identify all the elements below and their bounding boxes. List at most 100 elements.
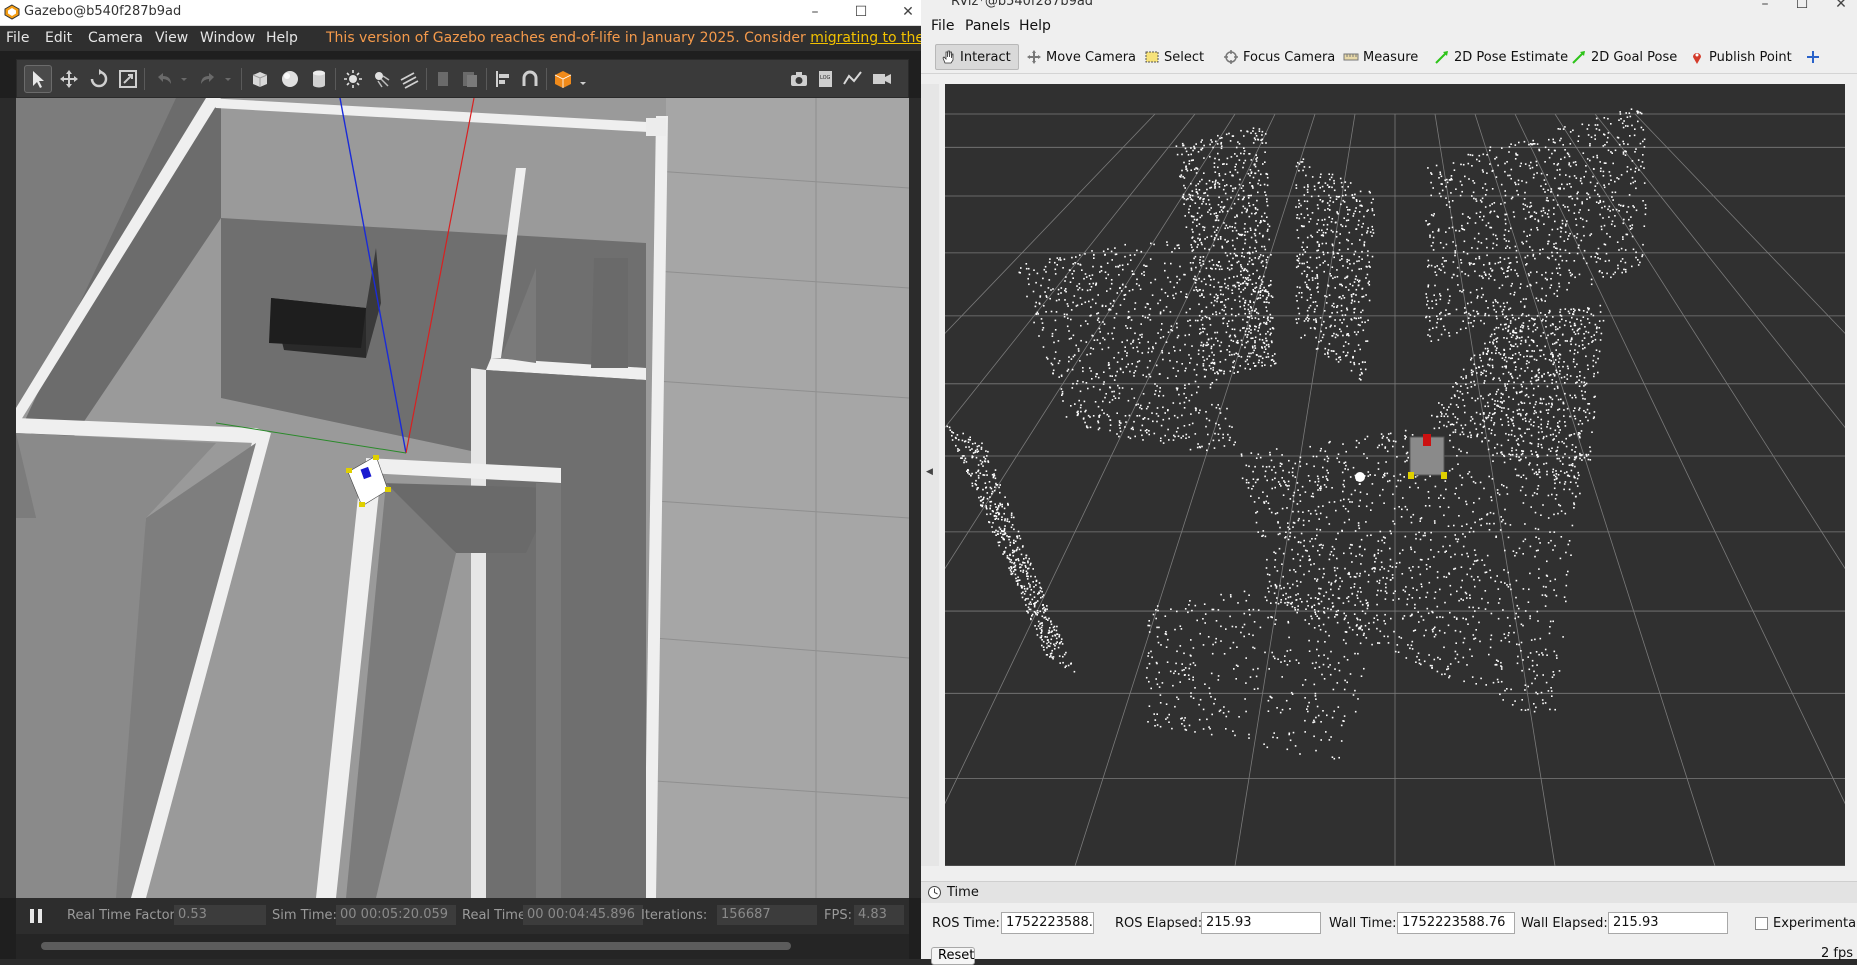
rviz-scene-render bbox=[945, 84, 1845, 866]
clock-icon bbox=[927, 885, 942, 900]
select-rect-icon bbox=[1144, 49, 1160, 65]
rotate-icon[interactable] bbox=[85, 65, 113, 93]
copy-icon[interactable] bbox=[429, 65, 457, 93]
align-icon[interactable] bbox=[489, 65, 517, 93]
time-panel: ROS Time: 1752223588.60 ROS Elapsed: 215… bbox=[921, 903, 1857, 943]
menu-edit[interactable]: Edit bbox=[45, 30, 72, 46]
spot-light-icon[interactable] bbox=[367, 65, 395, 93]
box-icon[interactable] bbox=[246, 65, 274, 93]
tool-2d-pose-estimate-label: 2D Pose Estimate bbox=[1454, 50, 1568, 65]
gazebo-logo-icon bbox=[4, 4, 20, 20]
menu-camera[interactable]: Camera bbox=[88, 30, 143, 46]
horizontal-scrollbar[interactable] bbox=[16, 934, 909, 959]
eol-notice: This version of Gazebo reaches end-of-li… bbox=[326, 30, 1015, 46]
tool-select[interactable]: Select bbox=[1140, 44, 1208, 70]
svg-text:LOG: LOG bbox=[820, 75, 831, 81]
sim-time-value: 00 00:05:20.059 bbox=[336, 905, 456, 925]
reset-button[interactable]: Reset bbox=[931, 947, 975, 965]
tool-measure[interactable]: Measure bbox=[1339, 44, 1422, 70]
wall-time-label: Wall Time: bbox=[1329, 916, 1397, 931]
tool-publish-point[interactable]: Publish Point bbox=[1685, 44, 1796, 70]
real-time-label: Real Time: bbox=[462, 908, 530, 923]
plot-icon[interactable] bbox=[839, 65, 867, 93]
scale-icon[interactable] bbox=[114, 65, 142, 93]
gazebo-scene-render bbox=[16, 98, 909, 898]
tool-select-label: Select bbox=[1164, 50, 1204, 65]
move-camera-icon bbox=[1026, 49, 1042, 65]
tool-move-camera-label: Move Camera bbox=[1046, 50, 1136, 65]
time-panel-title: Time bbox=[947, 885, 979, 900]
undo-icon[interactable] bbox=[150, 65, 178, 93]
green-arrow-icon bbox=[1434, 49, 1450, 65]
view-angle-icon[interactable] bbox=[549, 65, 577, 93]
iterations-label: Iterations: bbox=[641, 908, 707, 923]
view-angle-dropdown-icon[interactable] bbox=[576, 65, 590, 93]
select-arrow-icon[interactable] bbox=[24, 65, 52, 93]
left-panel-handle[interactable] bbox=[0, 98, 16, 898]
sphere-icon[interactable] bbox=[276, 65, 304, 93]
rviz-window-title: RViz*@b540f287b9ad bbox=[951, 0, 1093, 9]
translate-icon[interactable] bbox=[55, 65, 83, 93]
real-time-factor-label: Real Time Factor: bbox=[67, 908, 179, 923]
menu-panels[interactable]: Panels bbox=[965, 18, 1010, 34]
tool-2d-goal-pose[interactable]: 2D Goal Pose bbox=[1567, 44, 1681, 70]
tool-focus-camera-label: Focus Camera bbox=[1243, 50, 1335, 65]
experimental-label: Experimental bbox=[1773, 916, 1857, 931]
close-icon[interactable]: ✕ bbox=[897, 2, 919, 22]
pause-icon[interactable] bbox=[26, 906, 46, 926]
ros-elapsed-label: ROS Elapsed: bbox=[1115, 916, 1202, 931]
gazebo-3d-viewport[interactable] bbox=[16, 98, 909, 898]
tool-focus-camera[interactable]: Focus Camera bbox=[1219, 44, 1339, 70]
scrollbar-thumb[interactable] bbox=[41, 942, 791, 950]
experimental-checkbox[interactable] bbox=[1755, 917, 1768, 930]
redo-dropdown-icon[interactable] bbox=[221, 65, 235, 93]
maximize-icon[interactable]: ☐ bbox=[1791, 0, 1813, 14]
gazebo-titlebar: Gazebo@b540f287b9ad – ☐ ✕ bbox=[0, 0, 921, 26]
iterations-value: 156687 bbox=[717, 905, 817, 925]
cylinder-icon[interactable] bbox=[305, 65, 333, 93]
time-panel-header: Time bbox=[921, 881, 1857, 903]
tool-2d-pose-estimate[interactable]: 2D Pose Estimate bbox=[1430, 44, 1572, 70]
wall-elapsed-label: Wall Elapsed: bbox=[1521, 916, 1608, 931]
undo-dropdown-icon[interactable] bbox=[177, 65, 191, 93]
tool-move-camera[interactable]: Move Camera bbox=[1022, 44, 1140, 70]
eol-notice-text: This version of Gazebo reaches end-of-li… bbox=[326, 30, 810, 46]
screenshot-icon[interactable] bbox=[785, 65, 813, 93]
menu-help[interactable]: Help bbox=[1019, 18, 1051, 34]
menu-view[interactable]: View bbox=[155, 30, 188, 46]
snap-icon[interactable] bbox=[516, 65, 544, 93]
video-icon[interactable] bbox=[868, 65, 896, 93]
add-tool-button[interactable] bbox=[1801, 44, 1825, 70]
tool-publish-point-label: Publish Point bbox=[1709, 50, 1792, 65]
fps-label: FPS: bbox=[824, 908, 852, 923]
tool-measure-label: Measure bbox=[1363, 50, 1418, 65]
collapse-side-panel-handle[interactable]: ◀ bbox=[921, 84, 939, 866]
gazebo-menubar: File Edit Camera View Window Help This v… bbox=[0, 26, 921, 51]
paste-icon[interactable] bbox=[456, 65, 484, 93]
menu-window[interactable]: Window bbox=[200, 30, 255, 46]
log-icon[interactable]: LOG bbox=[812, 65, 840, 93]
minimize-icon[interactable]: – bbox=[804, 2, 826, 22]
menu-file[interactable]: File bbox=[931, 18, 954, 34]
redo-icon[interactable] bbox=[194, 65, 222, 93]
wall-time-field[interactable]: 1752223588.76 bbox=[1397, 912, 1515, 934]
directional-light-icon[interactable] bbox=[395, 65, 423, 93]
ruler-icon bbox=[1343, 49, 1359, 65]
minimize-icon[interactable]: – bbox=[1754, 0, 1776, 14]
fps-value: 4.83 bbox=[854, 905, 904, 925]
right-panel-handle[interactable] bbox=[909, 98, 921, 898]
ros-elapsed-field[interactable]: 215.93 bbox=[1201, 912, 1321, 934]
point-light-icon[interactable] bbox=[339, 65, 367, 93]
goal-point-marker bbox=[1355, 472, 1365, 482]
menu-file[interactable]: File bbox=[6, 30, 29, 46]
robot-marker bbox=[1408, 434, 1447, 479]
plus-icon bbox=[1805, 49, 1821, 65]
rviz-3d-view[interactable] bbox=[945, 84, 1845, 866]
ros-time-field[interactable]: 1752223588.60 bbox=[1001, 912, 1094, 934]
tool-2d-goal-pose-label: 2D Goal Pose bbox=[1591, 50, 1677, 65]
menu-help[interactable]: Help bbox=[266, 30, 298, 46]
wall-elapsed-field[interactable]: 215.93 bbox=[1608, 912, 1728, 934]
tool-interact[interactable]: Interact bbox=[935, 44, 1019, 70]
maximize-icon[interactable]: ☐ bbox=[850, 2, 872, 22]
close-icon[interactable]: ✕ bbox=[1830, 0, 1852, 14]
